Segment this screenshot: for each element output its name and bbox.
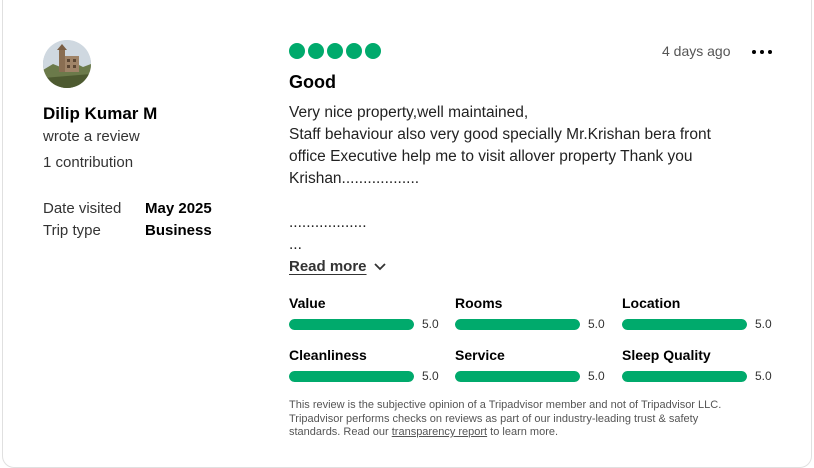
- reviewer-name[interactable]: Dilip Kumar M: [43, 104, 157, 124]
- sub-rating-label: Sleep Quality: [622, 347, 711, 363]
- sub-rating-label: Rooms: [455, 295, 503, 311]
- date-visited-value: May 2025: [145, 200, 212, 217]
- sub-rating-fill: [455, 370, 580, 382]
- reviewer-action: wrote a review: [43, 128, 140, 145]
- review-text-line: Krishan..................: [289, 170, 420, 187]
- sub-rating-value: Value 5.0: [289, 295, 449, 331]
- sub-rating-bar: [289, 318, 414, 330]
- sub-rating-fill: [622, 370, 747, 382]
- chevron-down-icon: [373, 262, 386, 270]
- disclaimer-line: standards. Read our transparency report …: [289, 426, 559, 438]
- review-text-line: ...: [289, 236, 302, 253]
- sub-rating-score: 5.0: [422, 369, 439, 383]
- sub-rating-bar: [455, 370, 580, 382]
- sub-rating-label: Cleanliness: [289, 347, 367, 363]
- review-date: 4 days ago: [662, 43, 731, 59]
- rating-bubbles: [289, 43, 381, 59]
- review-card: [2, 0, 812, 468]
- sub-rating-label: Value: [289, 295, 326, 311]
- sub-rating-rooms: Rooms 5.0: [455, 295, 615, 331]
- sub-rating-sleep-quality: Sleep Quality 5.0: [622, 347, 782, 383]
- review-text-line: office Executive help me to visit allove…: [289, 148, 693, 165]
- sub-rating-bar: [455, 318, 580, 330]
- sub-rating-label: Location: [622, 295, 681, 311]
- sub-rating-score: 5.0: [588, 369, 605, 383]
- transparency-report-link[interactable]: transparency report: [392, 426, 487, 438]
- sub-rating-fill: [289, 318, 414, 330]
- reviewer-contributions: 1 contribution: [43, 154, 134, 171]
- sub-rating-fill: [622, 318, 747, 330]
- rating-bubble-icon: [346, 43, 362, 59]
- read-more-button[interactable]: Read more: [289, 258, 387, 275]
- sub-rating-cleanliness: Cleanliness 5.0: [289, 347, 449, 383]
- review-text-line: Very nice property,well maintained,: [289, 104, 529, 121]
- date-visited-label: Date visited: [43, 200, 122, 217]
- sub-rating-location: Location 5.0: [622, 295, 782, 331]
- rating-bubble-icon: [308, 43, 324, 59]
- avatar-photo: [43, 40, 91, 88]
- rating-bubble-icon: [327, 43, 343, 59]
- review-text-line: ..................: [289, 214, 367, 231]
- trip-type-label: Trip type: [43, 222, 101, 239]
- sub-rating-score: 5.0: [755, 369, 772, 383]
- sub-rating-bar: [622, 318, 747, 330]
- sub-rating-score: 5.0: [588, 317, 605, 331]
- sub-rating-bar: [289, 370, 414, 382]
- sub-rating-fill: [455, 318, 580, 330]
- sub-rating-service: Service 5.0: [455, 347, 615, 383]
- sub-rating-score: 5.0: [755, 317, 772, 331]
- sub-rating-score: 5.0: [422, 317, 439, 331]
- rating-bubble-icon: [289, 43, 305, 59]
- review-disclaimer: This review is the subjective opinion of…: [289, 399, 779, 440]
- more-horizontal-icon: [752, 50, 756, 54]
- sub-rating-label: Service: [455, 347, 505, 363]
- disclaimer-line: Tripadvisor performs checks on reviews a…: [289, 412, 699, 425]
- rating-bubble-icon: [365, 43, 381, 59]
- sub-rating-fill: [289, 370, 414, 382]
- disclaimer-line: This review is the subjective opinion of…: [289, 399, 722, 411]
- reviewer-avatar[interactable]: [43, 40, 91, 88]
- review-text-line: Staff behaviour also very good specially…: [289, 126, 711, 143]
- read-more-label: Read more: [289, 258, 367, 275]
- review-title: Good: [289, 72, 336, 92]
- sub-rating-bar: [622, 370, 747, 382]
- trip-type-value: Business: [145, 222, 212, 239]
- more-options-button[interactable]: [750, 44, 774, 60]
